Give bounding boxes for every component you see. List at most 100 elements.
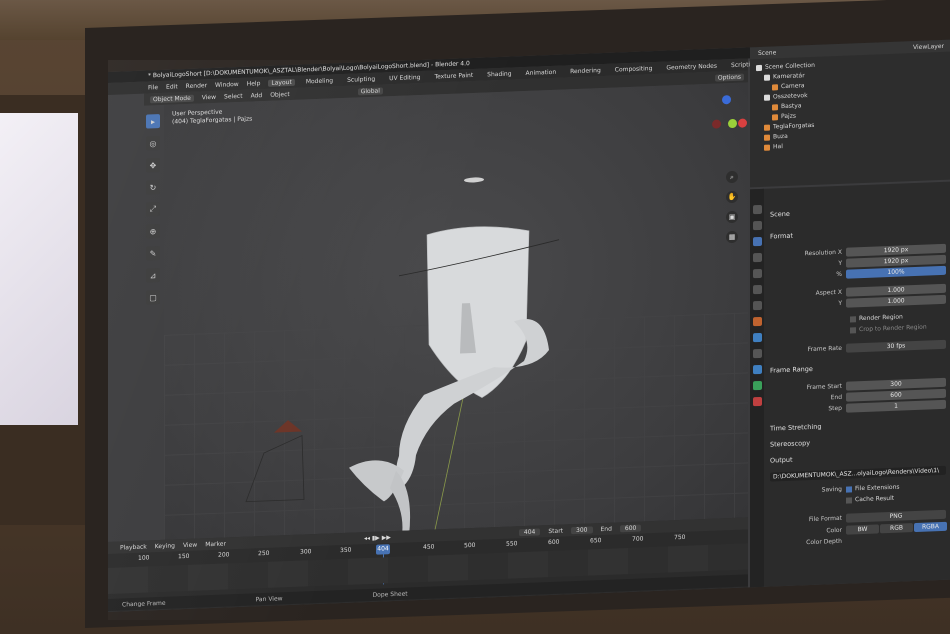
- format-section[interactable]: Format: [770, 232, 793, 241]
- frame-step-field[interactable]: 1: [846, 399, 946, 413]
- collection-tab-icon[interactable]: [752, 300, 762, 311]
- cache-result-checkbox[interactable]: [846, 496, 852, 504]
- gizmo-y-axis[interactable]: [728, 118, 737, 129]
- blender-window: * BolyaiLogoShort [D:\DOKUMENTUMOK\_ASZT…: [108, 39, 950, 612]
- color-rgba-button[interactable]: RGBA: [914, 521, 947, 533]
- tab-sculpting[interactable]: Sculpting: [344, 75, 378, 83]
- mode-dropdown[interactable]: Object Mode: [150, 94, 194, 103]
- object-menu[interactable]: Object: [270, 91, 290, 99]
- gizmo-x-axis[interactable]: [738, 118, 747, 128]
- tab-animation[interactable]: Animation: [523, 68, 560, 76]
- cache-result-row: Cache Result: [766, 495, 894, 507]
- orientation-dropdown[interactable]: Global: [357, 86, 383, 95]
- grid-view-icon[interactable]: ▦: [726, 230, 738, 244]
- constraints-tab-icon[interactable]: [752, 380, 762, 391]
- output-path-row: D:\DOKUMENTUMOK\_ASZ...olyaiLogo\Renders…: [770, 465, 946, 482]
- view-menu[interactable]: View: [202, 93, 216, 101]
- gizmo-z-axis[interactable]: [722, 95, 731, 105]
- move-tool-icon[interactable]: ✥: [146, 158, 160, 173]
- ruler-tick: 350: [340, 546, 352, 555]
- render-region-checkbox[interactable]: [850, 315, 856, 322]
- view-layer-selector[interactable]: ViewLayer: [913, 42, 944, 50]
- output-section[interactable]: Output: [770, 456, 793, 465]
- marker-menu[interactable]: Marker: [205, 540, 226, 548]
- menu-window[interactable]: Window: [215, 80, 239, 88]
- aspect-y-field[interactable]: 1.000: [846, 294, 946, 308]
- gizmo-neg-x-axis[interactable]: [712, 119, 721, 129]
- color-bw-button[interactable]: BW: [846, 524, 879, 535]
- play-controls-icon[interactable]: ◂◂ ▮▶ ▶▶: [364, 534, 391, 542]
- scene-tab-icon[interactable]: [752, 268, 762, 279]
- tab-rendering[interactable]: Rendering: [567, 66, 604, 75]
- menu-file[interactable]: File: [148, 84, 158, 91]
- file-format-dropdown[interactable]: PNG: [846, 509, 946, 523]
- keying-menu[interactable]: Keying: [155, 542, 175, 550]
- color-rgb-button[interactable]: RGB: [880, 523, 913, 534]
- camera-view-icon[interactable]: ▣: [726, 210, 738, 224]
- output-path-field[interactable]: D:\DOKUMENTUMOK\_ASZ...olyaiLogo\Renders…: [770, 465, 946, 482]
- physics-tab-icon[interactable]: [752, 364, 762, 375]
- tab-uv-editing[interactable]: UV Editing: [386, 73, 423, 81]
- menu-help[interactable]: Help: [247, 80, 261, 88]
- select-box-tool-icon[interactable]: ▸: [146, 114, 160, 129]
- tab-modeling[interactable]: Modeling: [303, 77, 336, 85]
- render-tab-icon[interactable]: [752, 220, 762, 231]
- modifier-tab-icon[interactable]: [752, 332, 762, 343]
- stereoscopy-section[interactable]: Stereoscopy: [770, 439, 810, 449]
- view-layer-tab-icon[interactable]: [752, 252, 762, 263]
- file-extensions-checkbox[interactable]: [846, 485, 852, 493]
- collection-icon: [764, 74, 770, 81]
- camera-frustum: [245, 434, 305, 503]
- add-cube-tool-icon[interactable]: ▢: [146, 290, 160, 305]
- time-stretching-section[interactable]: Time Stretching: [770, 423, 821, 433]
- tab-texture-paint[interactable]: Texture Paint: [431, 71, 476, 80]
- 3d-viewport[interactable]: User Perspective (404) TeglaForgatas | P…: [164, 82, 748, 555]
- transform-tool-icon[interactable]: ⊕: [146, 224, 160, 239]
- options-dropdown[interactable]: Options: [714, 73, 744, 82]
- tool-shelf: ▸ ◎ ✥ ↻ ⤢ ⊕ ✎ ⊿ ▢: [144, 114, 162, 315]
- tab-compositing[interactable]: Compositing: [612, 64, 656, 73]
- properties-panel: Scene Format Resolution X 1920 px Y 1920 p…: [750, 181, 950, 588]
- frame-range-section[interactable]: Frame Range: [770, 365, 813, 375]
- tab-geometry-nodes[interactable]: Geometry Nodes: [663, 62, 720, 71]
- menu-render[interactable]: Render: [186, 82, 207, 90]
- world-tab-icon[interactable]: [752, 284, 762, 295]
- ruler-tick: 300: [300, 548, 312, 556]
- measure-tool-icon[interactable]: ⊿: [146, 268, 160, 283]
- zoom-icon[interactable]: ⌕: [726, 170, 738, 184]
- crop-region-checkbox: [850, 326, 856, 333]
- rotate-tool-icon[interactable]: ↻: [146, 180, 160, 195]
- scene-selector[interactable]: Scene: [758, 49, 776, 57]
- timeline-playhead[interactable]: 404: [376, 544, 390, 555]
- cursor-tool-icon[interactable]: ◎: [146, 136, 160, 151]
- add-menu[interactable]: Add: [251, 92, 263, 99]
- start-frame-field[interactable]: 300: [571, 525, 593, 534]
- menu-edit[interactable]: Edit: [166, 83, 178, 90]
- camera-triangle: [274, 420, 302, 433]
- playback-menu[interactable]: Playback: [120, 543, 147, 551]
- view-menu-timeline[interactable]: View: [183, 541, 197, 549]
- particles-tab-icon[interactable]: [752, 348, 762, 359]
- pan-hand-icon[interactable]: ✋: [726, 190, 738, 204]
- frame-rate-dropdown[interactable]: 30 fps: [846, 339, 946, 353]
- tool-tab-icon[interactable]: [752, 204, 762, 215]
- small-object: [464, 177, 484, 183]
- object-icon: [772, 104, 778, 111]
- outliner-panel: Scene ViewLayer Scene Collection Kamerat…: [750, 39, 950, 188]
- tab-layout[interactable]: Layout: [268, 78, 295, 87]
- status-dope-sheet: Dope Sheet: [372, 589, 408, 599]
- material-tab-icon[interactable]: [752, 396, 762, 407]
- properties-tabs: [750, 188, 764, 588]
- output-tab-icon[interactable]: [752, 236, 762, 247]
- current-frame-field[interactable]: 404: [518, 527, 541, 536]
- tab-shading[interactable]: Shading: [484, 70, 514, 78]
- select-menu[interactable]: Select: [224, 92, 243, 100]
- annotate-tool-icon[interactable]: ✎: [146, 246, 160, 261]
- status-pan-view: Pan View: [255, 594, 283, 603]
- scale-tool-icon[interactable]: ⤢: [146, 202, 160, 217]
- resolution-percent-field[interactable]: 100%: [846, 265, 946, 279]
- object-tab-icon[interactable]: [752, 316, 762, 327]
- render-region-row[interactable]: Render Region: [850, 313, 903, 322]
- ruler-tick: 650: [590, 537, 602, 545]
- end-frame-field[interactable]: 600: [619, 524, 642, 532]
